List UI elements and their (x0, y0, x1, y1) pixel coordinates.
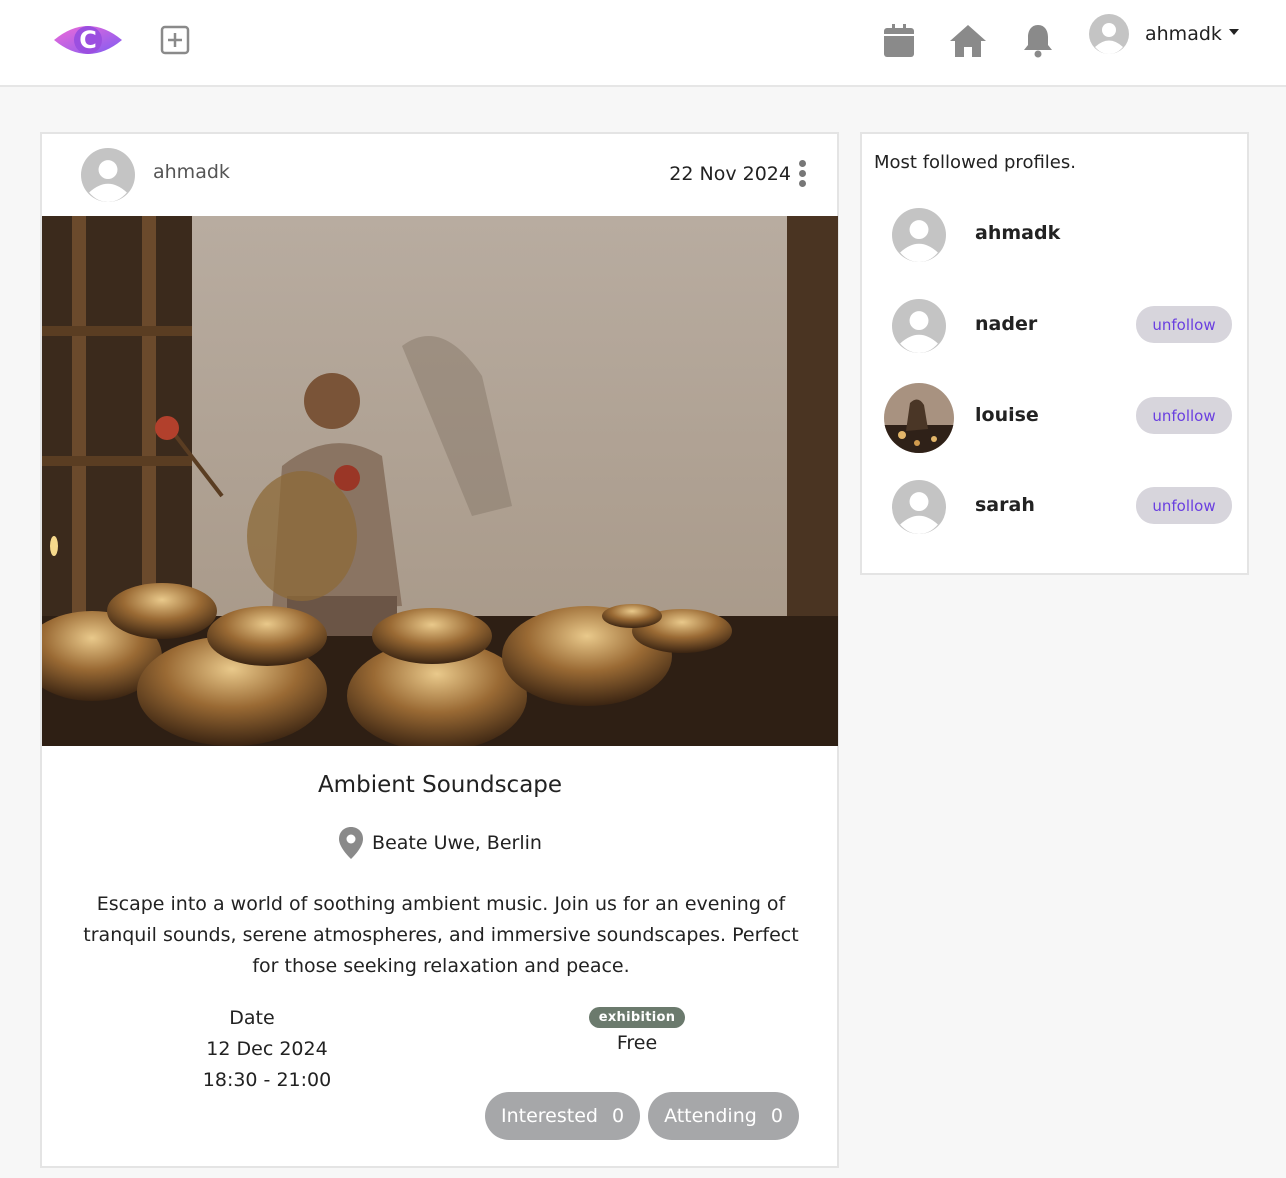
bell-icon[interactable] (1021, 22, 1055, 58)
profile-item-ahmadk: ahmadk (862, 208, 1247, 278)
interested-button[interactable]: Interested 0 (485, 1092, 641, 1140)
top-navbar: C ahmadk (0, 0, 1286, 87)
post-date: 22 Nov 2024 (669, 163, 791, 185)
date-label: Date (229, 1007, 275, 1029)
location-text: Beate Uwe, Berlin (372, 832, 542, 854)
avatar-icon[interactable] (892, 480, 946, 534)
eye-logo-icon[interactable]: C (52, 20, 124, 60)
attending-button[interactable]: Attending 0 (648, 1092, 799, 1140)
panel-title: Most followed profiles. (874, 152, 1076, 173)
interested-label: Interested (501, 1105, 598, 1127)
author-avatar-icon[interactable] (81, 148, 135, 202)
profile-name[interactable]: nader (975, 313, 1037, 335)
event-type-block: exhibition Free (572, 1006, 702, 1054)
event-location: Beate Uwe, Berlin (42, 826, 838, 860)
plus-square-icon[interactable] (159, 24, 191, 56)
svg-text:C: C (79, 26, 97, 54)
avatar-icon[interactable] (892, 208, 946, 262)
profile-item-louise: louise unfollow (862, 383, 1247, 460)
event-title: Ambient Soundscape (317, 772, 563, 798)
post-author[interactable]: ahmadk (153, 161, 230, 183)
more-options-icon[interactable] (799, 160, 807, 190)
unfollow-button[interactable]: unfollow (1136, 487, 1232, 524)
profile-photo[interactable] (884, 383, 954, 453)
interested-count: 0 (611, 1105, 625, 1127)
chevron-down-icon (1228, 29, 1239, 35)
event-description: Escape into a world of soothing ambient … (83, 893, 799, 977)
profile-item-sarah: sarah unfollow (862, 480, 1247, 550)
event-image (42, 216, 838, 746)
unfollow-button[interactable]: unfollow (1136, 306, 1232, 343)
category-badge: exhibition (588, 1007, 686, 1028)
profile-name[interactable]: ahmadk (975, 222, 1060, 244)
event-post-card: ahmadk 22 Nov 2024 Ambient Soundscape Be… (40, 132, 839, 1168)
nav-username: ahmadk (1145, 23, 1222, 45)
calendar-icon[interactable] (882, 22, 916, 58)
attending-count: 0 (770, 1105, 783, 1127)
post-header: ahmadk 22 Nov 2024 (42, 134, 837, 216)
profile-item-nader: nader unfollow (862, 299, 1247, 369)
event-date-block: Date 12 Dec 2024 18:30 - 21:00 (162, 1003, 372, 1096)
most-followed-panel: Most followed profiles. ahmadk nader unf… (860, 132, 1249, 575)
unfollow-button[interactable]: unfollow (1136, 397, 1232, 434)
map-pin-icon (338, 826, 364, 860)
user-menu[interactable]: ahmadk (1089, 14, 1239, 54)
profile-name[interactable]: sarah (975, 494, 1035, 516)
rsvp-actions: Interested 0 Attending 0 (485, 1092, 799, 1140)
event-price: Free (616, 1032, 658, 1054)
home-icon[interactable] (948, 22, 988, 58)
event-date: 12 Dec 2024 (206, 1038, 328, 1060)
avatar-icon[interactable] (892, 299, 946, 353)
avatar-icon (1089, 14, 1129, 54)
attending-label: Attending (664, 1105, 757, 1127)
profile-name[interactable]: louise (975, 404, 1039, 426)
event-time: 18:30 - 21:00 (202, 1069, 332, 1091)
